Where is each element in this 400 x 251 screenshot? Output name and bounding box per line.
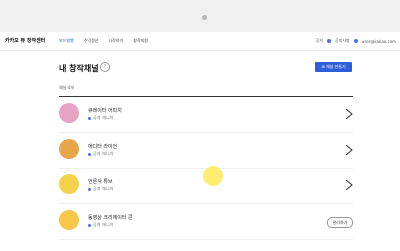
channel-row[interactable]: 에디터 라이언 공개 매니저 <box>59 133 353 169</box>
channel-name: 동영상 크리에이터 콘 <box>88 215 133 221</box>
notice-link[interactable]: 공지 <box>316 38 323 44</box>
channel-name: 언론사 튜브 <box>88 179 113 185</box>
channel-row[interactable]: 큐레이터 어피치 공개 매니저 <box>59 97 353 133</box>
account-email[interactable]: user@kakao.com <box>362 39 396 44</box>
header-utilities: 공지 공지사항 user@kakao.com <box>316 38 396 44</box>
menu-item-support[interactable]: 창작지원 <box>133 38 148 44</box>
channel-name: 에디터 라이언 <box>88 144 118 150</box>
announcements-link[interactable]: 공지사항 <box>335 38 350 44</box>
brand-logo-text[interactable]: 카카오 뷰 창작센터 <box>5 37 45 44</box>
channel-count: 채널 4개 <box>59 85 74 90</box>
site-header: 카카오 뷰 창작센터 보드발행 수익정산 시작하기 창작지원 공지 공지사항 u… <box>0 32 400 51</box>
role-text: 매니저 <box>102 186 114 191</box>
channel-name: 큐레이터 어피치 <box>88 108 122 114</box>
status-text: 공개 <box>93 186 101 191</box>
channel-status: 공개 매니저 <box>88 115 113 121</box>
status-dot-icon <box>88 152 91 156</box>
status-text: 공개 <box>93 222 101 227</box>
channel-row[interactable]: 동영상 크리에이터 콘 공개 매니저 관리하기 <box>59 204 353 240</box>
avatar-apeach <box>59 103 79 123</box>
role-text: 매니저 <box>102 115 114 120</box>
menu-item-settlement[interactable]: 수익정산 <box>84 38 99 44</box>
channel-status: 공개 매니저 <box>88 222 113 228</box>
status-dot-icon <box>88 187 91 191</box>
page-title: 내 창작채널 <box>59 64 99 73</box>
menu-item-board[interactable]: 보드발행 <box>59 38 74 44</box>
role-text: 매니저 <box>102 151 114 156</box>
question-circle-icon[interactable]: ? <box>100 62 110 72</box>
status-dot-icon <box>88 116 91 120</box>
avatar-tube <box>59 174 79 194</box>
loading-indicator <box>202 15 207 20</box>
chevron-right-icon[interactable] <box>345 180 353 190</box>
status-dot-icon <box>88 223 91 227</box>
role-text: 매니저 <box>102 222 114 227</box>
menu-item-getting-started[interactable]: 시작하기 <box>108 38 123 44</box>
main-menu: 보드발행 수익정산 시작하기 창작지원 <box>59 38 148 44</box>
create-channel-label: 채널 만들기 <box>325 64 346 69</box>
manage-channel-button[interactable]: 관리하기 <box>327 217 353 228</box>
avatar-ryan <box>59 139 79 159</box>
click-highlight-cursor <box>203 166 223 186</box>
avatar-con <box>59 210 79 230</box>
browser-top-bar <box>0 0 400 33</box>
channel-status: 공개 매니저 <box>88 186 113 192</box>
chevron-right-icon[interactable] <box>345 145 353 155</box>
status-text: 공개 <box>93 115 101 120</box>
channel-status: 공개 매니저 <box>88 151 113 157</box>
notification-badge-icon <box>326 39 331 43</box>
create-channel-button[interactable]: ⊞ 채널 만들기 <box>315 62 352 72</box>
status-text: 공개 <box>93 151 101 156</box>
chevron-right-icon[interactable] <box>345 109 353 119</box>
new-badge-icon <box>353 39 358 43</box>
